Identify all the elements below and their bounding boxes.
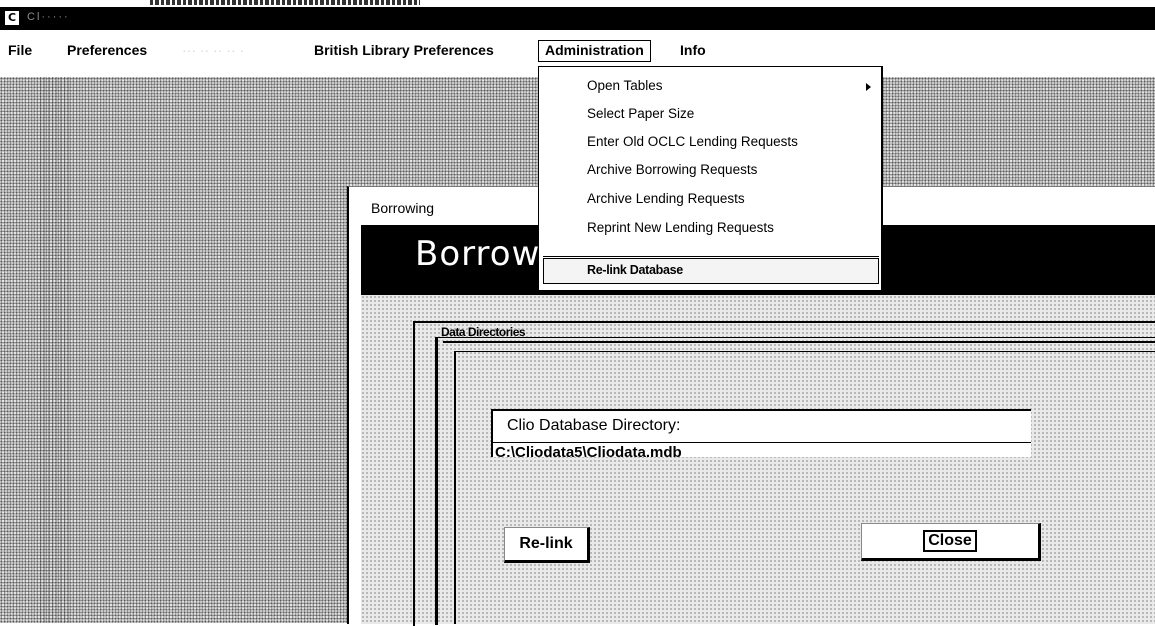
- scan-ink: [150, 0, 420, 5]
- borrowing-body: Data Directories Clio Database Directory…: [361, 295, 1155, 626]
- menu-item-archive-lending-requests[interactable]: Archive Lending Requests: [587, 191, 745, 206]
- menu-preferences[interactable]: Preferences: [67, 42, 147, 58]
- app-icon[interactable]: C: [5, 11, 19, 25]
- menu-faded[interactable]: ··· ·· ·· ·· ·: [182, 42, 244, 58]
- menu-item-archive-borrowing-requests[interactable]: Archive Borrowing Requests: [587, 162, 757, 177]
- database-directory-value[interactable]: C:\Cliodata5\Cliodata.mdb: [495, 444, 682, 461]
- database-directory-panel: Clio Database Directory: C:\Cliodata5\Cl…: [491, 409, 1031, 461]
- menu-british-library-preferences[interactable]: British Library Preferences: [314, 42, 494, 58]
- window-title: Cl·····: [27, 11, 70, 23]
- administration-dropdown: Open Tables Select Paper Size Enter Old …: [538, 66, 883, 292]
- menu-item-open-tables[interactable]: Open Tables: [587, 78, 663, 93]
- menu-item-relink-database-label: Re-link Database: [587, 263, 683, 277]
- menu-item-reprint-new-lending-requests[interactable]: Reprint New Lending Requests: [587, 220, 774, 235]
- desktop-band: [40, 77, 70, 623]
- groupbox-border-left: [454, 351, 456, 624]
- database-directory-label: Clio Database Directory:: [507, 417, 681, 434]
- groupbox-border-inner: [454, 351, 1155, 352]
- borrowing-header-text: Borrowi: [415, 234, 551, 274]
- menu-administration[interactable]: Administration: [538, 40, 651, 62]
- menu-item-select-paper-size[interactable]: Select Paper Size: [587, 106, 694, 121]
- directory-divider: [493, 442, 1031, 443]
- menu-item-relink-database[interactable]: Re-link Database: [543, 258, 879, 284]
- scan-artifact-strip: [0, 0, 1155, 7]
- borrowing-window-title: Borrowing: [371, 200, 435, 216]
- inner-frame: [435, 337, 1155, 625]
- close-button-label: Close: [923, 530, 977, 552]
- close-button[interactable]: Close: [861, 523, 1041, 561]
- data-directories-label: Data Directories: [441, 325, 526, 339]
- menu-separator: [543, 256, 879, 257]
- submenu-arrow-icon: [866, 83, 871, 91]
- menu-file[interactable]: File: [8, 42, 32, 58]
- relink-button[interactable]: Re-link: [504, 527, 590, 563]
- groupbox-border: [443, 341, 1155, 343]
- menu-info[interactable]: Info: [680, 42, 706, 58]
- title-bar: C Cl·····: [0, 7, 1155, 30]
- menu-item-enter-old-oclc-lending-requests[interactable]: Enter Old OCLC Lending Requests: [587, 134, 798, 149]
